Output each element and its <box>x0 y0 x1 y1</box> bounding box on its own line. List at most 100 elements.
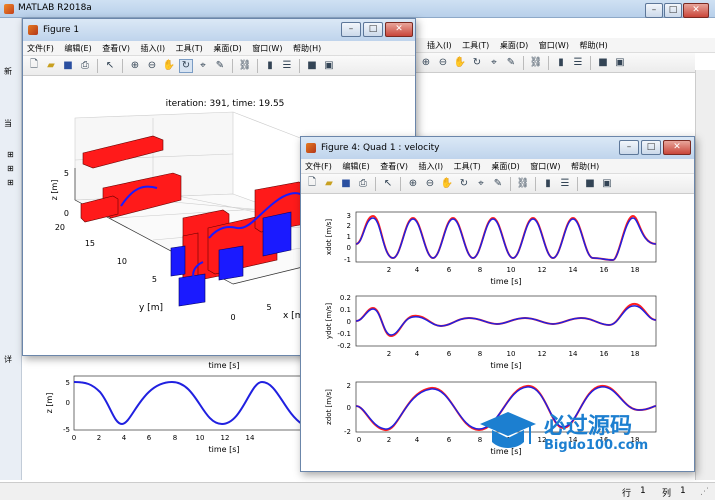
figure1-ytick: 5 <box>152 275 157 284</box>
pointer-icon[interactable]: ↖ <box>381 177 395 191</box>
zdot-xtick: 0 <box>357 436 361 444</box>
menu-desktop[interactable]: 桌面(D) <box>487 159 523 174</box>
menu-desktop[interactable]: 桌面(D) <box>496 38 532 53</box>
menu-tools[interactable]: 工具(T) <box>458 38 493 53</box>
main-scrollbar[interactable] <box>695 70 715 480</box>
pan-icon[interactable]: ✋ <box>453 56 467 70</box>
new-file-icon[interactable]: 🗋 <box>27 59 41 73</box>
zoom-in-icon[interactable]: ⊕ <box>128 59 142 73</box>
figure1-minimize-button[interactable]: – <box>341 22 361 37</box>
new-file-icon[interactable]: 🗋 <box>305 177 319 191</box>
datatip-icon[interactable]: ⌖ <box>487 56 501 70</box>
menu-desktop[interactable]: 桌面(D) <box>209 41 245 56</box>
figure1-close-button[interactable]: ✕ <box>385 22 413 37</box>
menu-window[interactable]: 窗口(W) <box>248 41 286 56</box>
save-icon[interactable]: ■ <box>339 177 353 191</box>
print-icon[interactable]: ⎙ <box>356 177 370 191</box>
menu-edit[interactable]: 编辑(E) <box>60 41 95 56</box>
ydot-xtick: 10 <box>507 350 516 358</box>
pointer-icon[interactable]: ↖ <box>103 59 117 73</box>
figure4-titlebar[interactable]: Figure 4: Quad 1 : velocity – □ ✕ <box>301 137 694 159</box>
zdot-ytick: -2 <box>344 428 351 436</box>
menu-help[interactable]: 帮助(H) <box>289 41 325 56</box>
open-folder-icon[interactable]: ▰ <box>322 177 336 191</box>
menu-tools[interactable]: 工具(T) <box>172 41 207 56</box>
brush-icon[interactable]: ✎ <box>491 177 505 191</box>
datatip-icon[interactable]: ⌖ <box>474 177 488 191</box>
pan-icon[interactable]: ✋ <box>440 177 454 191</box>
xdot-xtick: 4 <box>415 266 420 274</box>
left-label-new: 新 <box>4 67 12 76</box>
print-icon[interactable]: ⎙ <box>78 59 92 73</box>
zoom-out-icon[interactable]: ⊖ <box>145 59 159 73</box>
datatip-icon[interactable]: ⌖ <box>196 59 210 73</box>
hide-tools-icon[interactable]: ■ <box>583 177 597 191</box>
figure1-zlabel: z [m] <box>50 180 59 201</box>
legend-icon[interactable]: ☰ <box>571 56 585 70</box>
menu-edit[interactable]: 编辑(E) <box>338 159 373 174</box>
link-icon[interactable]: ⛓ <box>516 177 530 191</box>
link-icon[interactable]: ⛓ <box>238 59 252 73</box>
save-icon[interactable]: ■ <box>61 59 75 73</box>
dock-icon[interactable]: ▣ <box>613 56 627 70</box>
legend-icon[interactable]: ☰ <box>280 59 294 73</box>
link-icon[interactable]: ⛓ <box>529 56 543 70</box>
menu-insert[interactable]: 插入(I) <box>423 38 456 53</box>
menu-file[interactable]: 文件(F) <box>301 159 336 174</box>
colorbar-icon[interactable]: ▮ <box>263 59 277 73</box>
menu-window[interactable]: 窗口(W) <box>526 159 564 174</box>
status-row-value: 1 <box>640 486 646 496</box>
graduation-cap-icon <box>480 412 536 448</box>
zoom-in-icon[interactable]: ⊕ <box>419 56 433 70</box>
expand-icon[interactable]: ⊞ <box>7 178 14 187</box>
minimize-button[interactable]: – <box>645 3 663 18</box>
expand-icon[interactable]: ⊞ <box>7 150 14 159</box>
figure4-minimize-button[interactable]: – <box>619 140 639 155</box>
watermark-en: Biguo100.com <box>544 438 649 453</box>
pan-icon[interactable]: ✋ <box>162 59 176 73</box>
zoom-out-icon[interactable]: ⊖ <box>423 177 437 191</box>
figure4-toolbar: 🗋 ▰ ■ ⎙ ↖ ⊕ ⊖ ✋ ↻ ⌖ ✎ ⛓ ▮ ☰ ■ ▣ <box>301 174 694 194</box>
close-button[interactable]: ✕ <box>683 3 709 18</box>
menu-insert[interactable]: 插入(I) <box>137 41 170 56</box>
menu-file[interactable]: 文件(F) <box>23 41 58 56</box>
colorbar-icon[interactable]: ▮ <box>554 56 568 70</box>
figure4-maximize-button[interactable]: □ <box>641 140 661 155</box>
figure4-close-button[interactable]: ✕ <box>663 140 691 155</box>
hide-tools-icon[interactable]: ■ <box>596 56 610 70</box>
menu-view[interactable]: 查看(V) <box>98 41 134 56</box>
dock-icon[interactable]: ▣ <box>600 177 614 191</box>
menu-window[interactable]: 窗口(W) <box>535 38 573 53</box>
zoom-out-icon[interactable]: ⊖ <box>436 56 450 70</box>
zoom-in-icon[interactable]: ⊕ <box>406 177 420 191</box>
figure1-plot-title: iteration: 391, time: 19.55 <box>166 99 285 109</box>
behind-ylabel: z [m] <box>45 393 54 414</box>
xdot-ytick: 1 <box>347 233 351 241</box>
rotate-icon[interactable]: ↻ <box>179 58 193 73</box>
rotate-icon[interactable]: ↻ <box>470 56 484 70</box>
obstacle-block <box>170 245 186 277</box>
figure1-titlebar[interactable]: Figure 1 – □ ✕ <box>23 19 415 41</box>
menu-view[interactable]: 查看(V) <box>376 159 412 174</box>
brush-icon[interactable]: ✎ <box>504 56 518 70</box>
menu-insert[interactable]: 插入(I) <box>415 159 448 174</box>
resize-grip-icon[interactable]: ⋰ <box>700 487 709 497</box>
open-folder-icon[interactable]: ▰ <box>44 59 58 73</box>
xdot-ytick: -1 <box>344 256 351 264</box>
menu-help[interactable]: 帮助(H) <box>576 38 612 53</box>
figure4-menubar: 文件(F) 编辑(E) 查看(V) 插入(I) 工具(T) 桌面(D) 窗口(W… <box>301 159 694 174</box>
hide-tools-icon[interactable]: ■ <box>305 59 319 73</box>
figure1-ytick: 15 <box>85 239 95 248</box>
colorbar-icon[interactable]: ▮ <box>541 177 555 191</box>
ydot-ytick: 0.2 <box>340 294 351 302</box>
menu-tools[interactable]: 工具(T) <box>450 159 485 174</box>
menu-help[interactable]: 帮助(H) <box>567 159 603 174</box>
expand-icon[interactable]: ⊞ <box>7 164 14 173</box>
dock-icon[interactable]: ▣ <box>322 59 336 73</box>
figure1-maximize-button[interactable]: □ <box>363 22 383 37</box>
maximize-button[interactable]: □ <box>664 3 682 18</box>
rotate-icon[interactable]: ↻ <box>457 177 471 191</box>
legend-icon[interactable]: ☰ <box>558 177 572 191</box>
brush-icon[interactable]: ✎ <box>213 59 227 73</box>
toolbar-separator <box>97 58 98 73</box>
